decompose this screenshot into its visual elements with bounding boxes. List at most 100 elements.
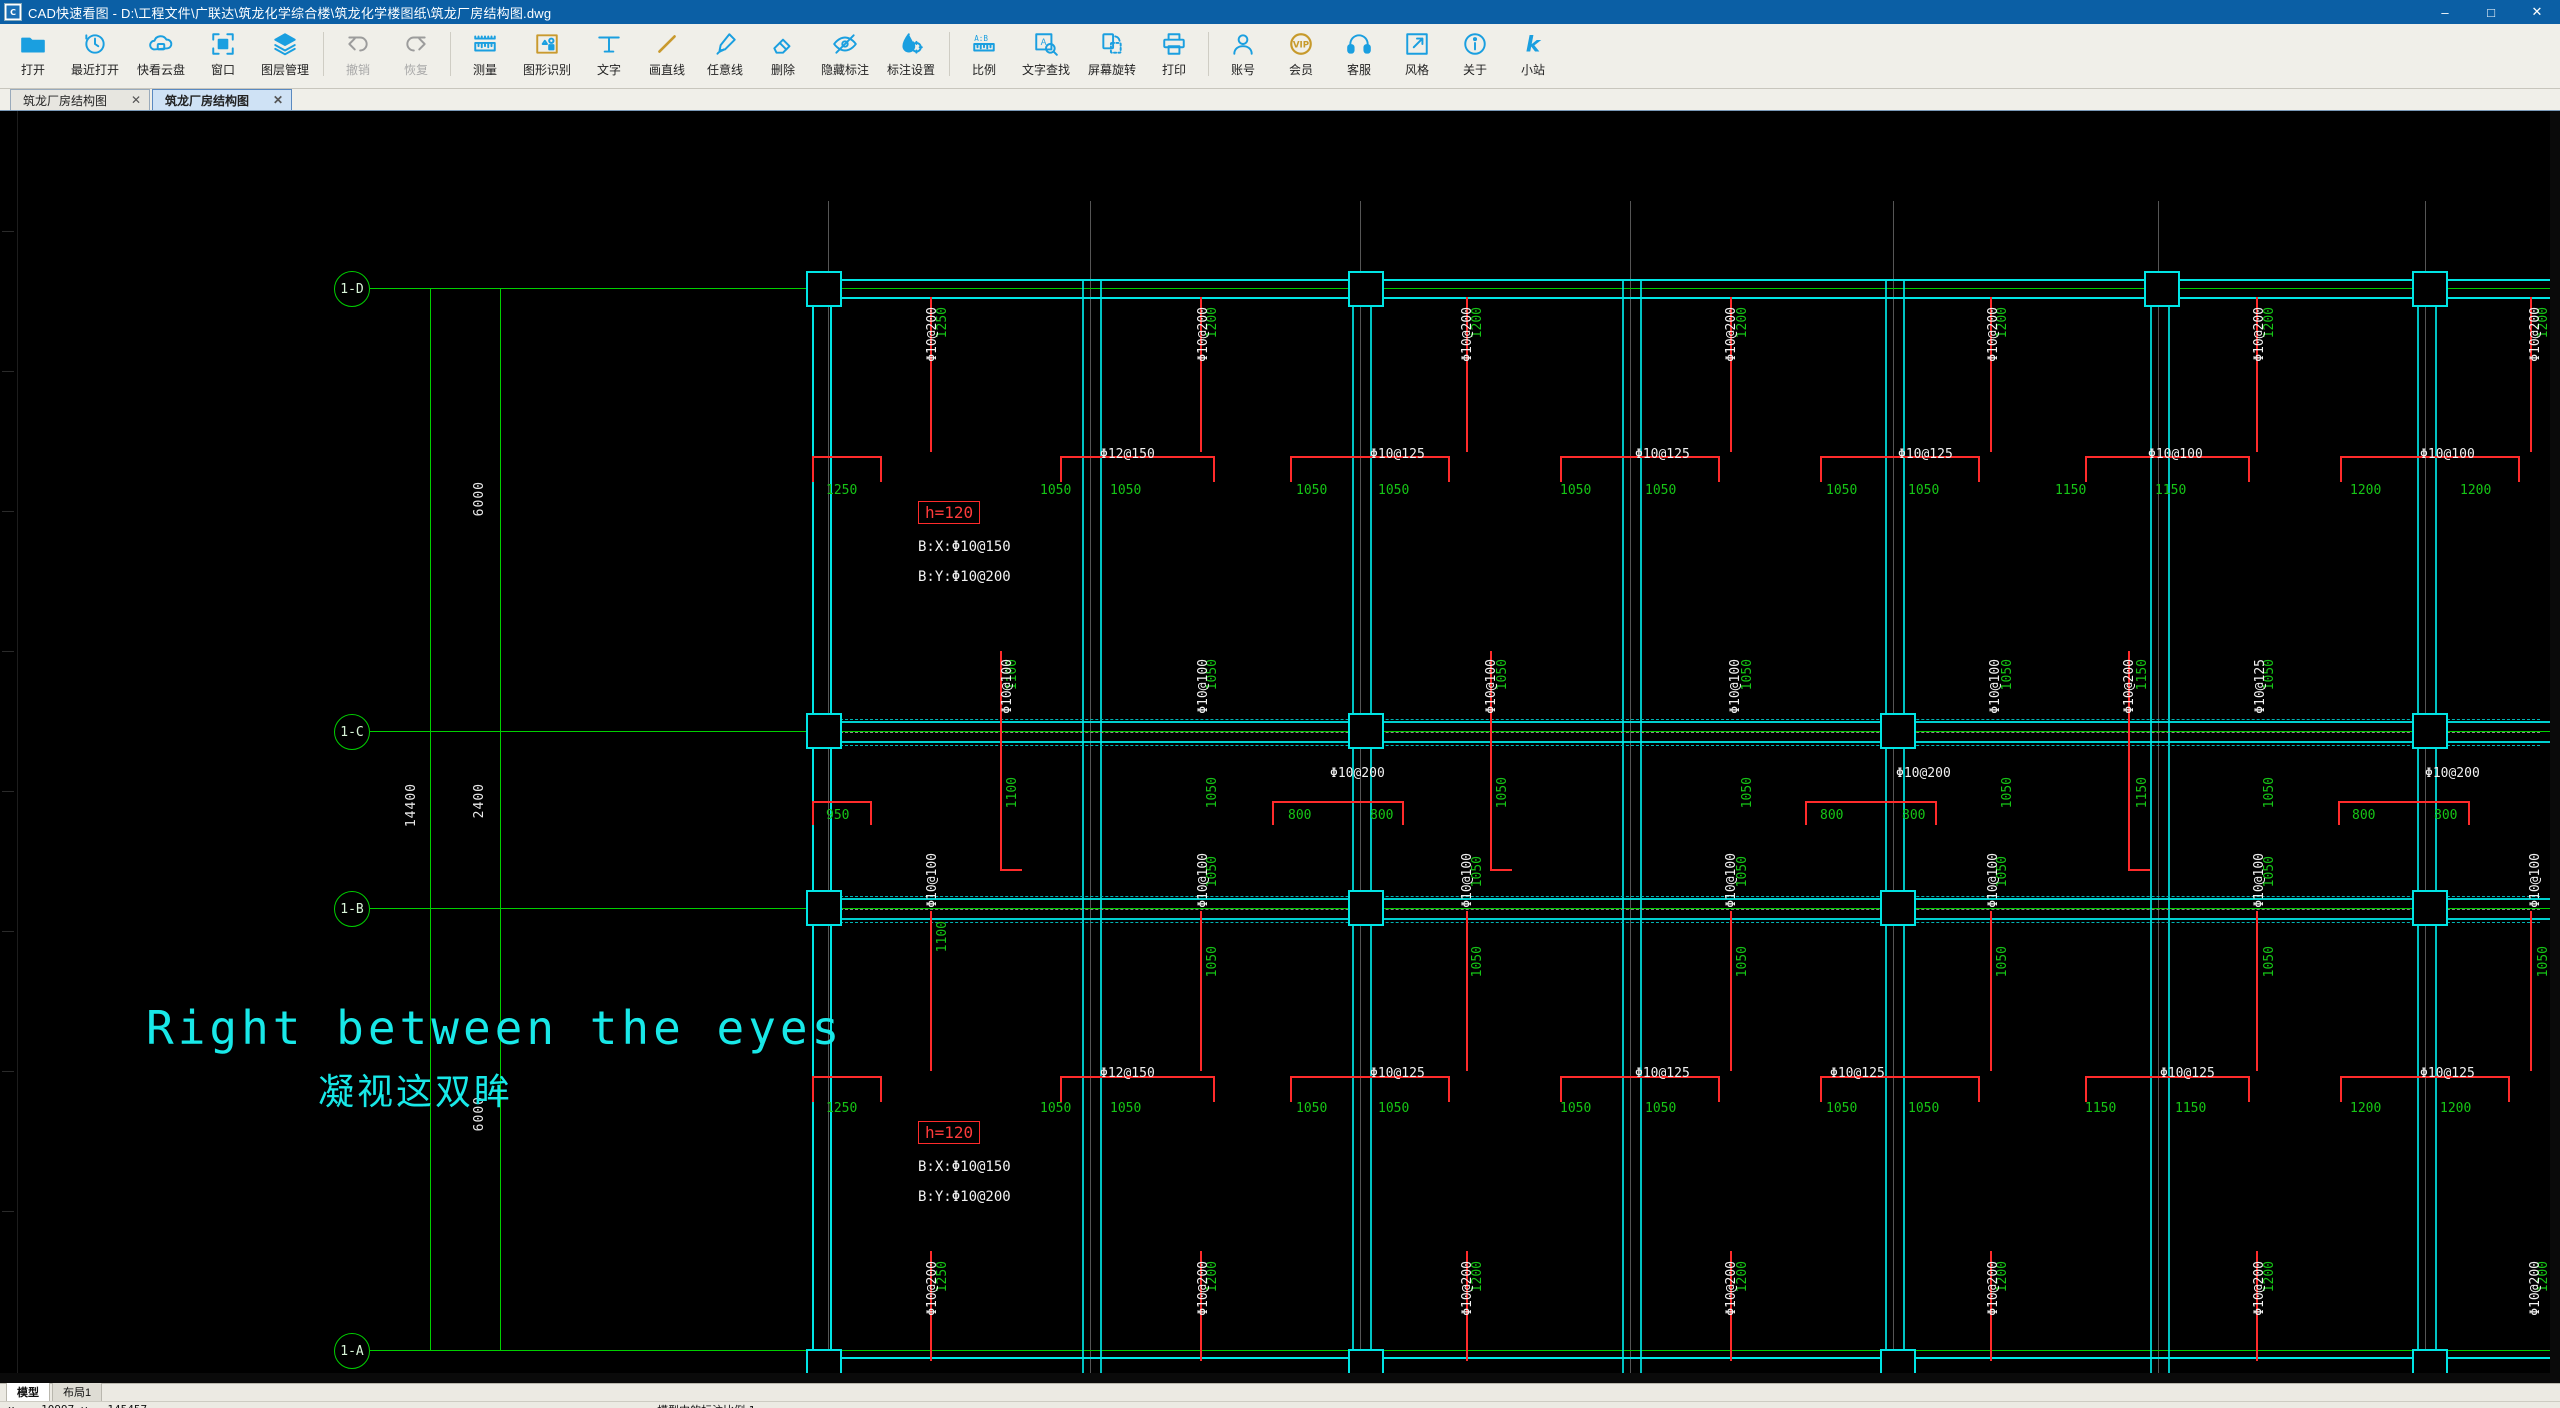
- toolbar-button-label: 客服: [1346, 63, 1371, 77]
- style-expand-icon: [1403, 30, 1431, 58]
- dimension-label: 1250: [826, 483, 858, 498]
- overlay-text-english: Right between the eyes: [146, 1001, 844, 1055]
- annotation-settings-icon: [897, 30, 925, 58]
- toolbar-button-layers[interactable]: 图层管理: [252, 24, 318, 87]
- toolbar-button-annotation-settings[interactable]: 标注设置: [878, 24, 944, 87]
- toolbar-button-printer[interactable]: 打印: [1145, 24, 1203, 87]
- scale-ratio-icon: A:B: [970, 30, 998, 58]
- toolbar-button-label: 风格: [1404, 63, 1429, 77]
- vertical-scrollbar[interactable]: [2550, 111, 2560, 1383]
- toolbar-button-scale-ratio[interactable]: A:B 比例: [955, 24, 1013, 87]
- toolbar-button-undo-arrow: 撤销: [329, 24, 387, 87]
- toolbar-button-label: 会员: [1288, 63, 1313, 77]
- cad-drawing[interactable]: 1-D 1-C 1-B 1-A 6000 14400 2400 6000 125…: [0, 111, 2560, 1383]
- toolbar-button-style-expand[interactable]: 风格: [1388, 24, 1446, 87]
- toolbar-button-ruler-measure[interactable]: 测量: [456, 24, 514, 87]
- grid-bubble: 1-D: [334, 271, 370, 307]
- toolbar-button-label: 撤销: [345, 63, 370, 77]
- toolbar-button-window-frame[interactable]: 窗口: [194, 24, 252, 87]
- toolbar-button-label: 文字查找: [1021, 63, 1070, 77]
- minimize-button[interactable]: –: [2422, 0, 2468, 24]
- rebar-label: Φ10@200: [1896, 766, 1951, 781]
- text-search-icon: A: [1032, 30, 1060, 58]
- annotation-scale-readout: 模型中的标注比例:1: [657, 1402, 756, 1408]
- dimension-label: 800: [1288, 808, 1312, 823]
- maximize-button[interactable]: □: [2468, 0, 2514, 24]
- drawing-canvas[interactable]: 1-D 1-C 1-B 1-A 6000 14400 2400 6000 125…: [0, 111, 2560, 1383]
- svg-text:VIP: VIP: [1293, 40, 1309, 50]
- dimension-label-vertical: 1050: [2262, 777, 2277, 809]
- toolbar-button-shape-recognition[interactable]: 图形识别: [514, 24, 580, 87]
- rebar-label: Φ10@200: [2425, 766, 2480, 781]
- rebar-label-vertical: Φ10@200: [1196, 307, 1211, 362]
- close-button[interactable]: ✕: [2514, 0, 2560, 24]
- column: [1880, 890, 1916, 926]
- grid-bubble-label: 1-A: [340, 1343, 364, 1359]
- rebar-label-vertical: Φ10@100: [1460, 853, 1475, 908]
- rebar-label-vertical: Φ10@100: [1724, 853, 1739, 908]
- toolbar-button-folder-open[interactable]: 打开: [4, 24, 62, 87]
- grid-bubble-label: 1-D: [340, 281, 364, 297]
- slab-by-note: B:Y:Φ10@200: [918, 569, 1011, 585]
- model-tab[interactable]: 模型: [6, 1382, 50, 1401]
- toolbar-button-label: 打印: [1161, 63, 1186, 77]
- dimension-label: 1050: [1826, 483, 1858, 498]
- toolbar-button-freehand-pen[interactable]: 任意线: [696, 24, 754, 87]
- toolbar-button-screen-rotate[interactable]: 屏幕旋转: [1079, 24, 1145, 87]
- close-icon[interactable]: ✕: [273, 93, 283, 107]
- toolbar-button-hide-eye[interactable]: 隐藏标注: [812, 24, 878, 87]
- toolbar-button-label: 隐藏标注: [820, 63, 869, 77]
- dimension-label-vertical: 1050: [2000, 777, 2015, 809]
- horizontal-scrollbar[interactable]: [0, 1373, 2560, 1383]
- document-tab-bar: 筑龙厂房结构图 ✕ 筑龙厂房结构图 ✕: [0, 89, 2560, 111]
- screen-rotate-icon: [1098, 30, 1126, 58]
- freehand-pen-icon: [711, 30, 739, 58]
- rebar-label-vertical: Φ10@200: [1986, 307, 2001, 362]
- model-tab[interactable]: 布局1: [52, 1382, 103, 1401]
- draw-line-icon: [653, 30, 681, 58]
- rebar-label: Φ10@125: [2420, 1066, 2475, 1081]
- rebar-label-vertical: Φ10@200: [925, 307, 940, 362]
- dimension-label-vertical: 1050: [1495, 777, 1510, 809]
- dimension-vertical: 6000: [472, 481, 487, 517]
- rebar-label: Φ10@125: [1830, 1066, 1885, 1081]
- folder-open-icon: [19, 30, 47, 58]
- dimension-label: 1050: [1378, 1101, 1410, 1116]
- toolbar-separator: [323, 32, 324, 76]
- window-controls: – □ ✕: [2422, 0, 2560, 24]
- toolbar-button-info-circle[interactable]: 关于: [1446, 24, 1504, 87]
- dimension-label: 1200: [2440, 1101, 2472, 1116]
- toolbar-button-label: 任意线: [706, 63, 743, 77]
- close-icon[interactable]: ✕: [131, 93, 141, 107]
- dimension-vertical: 14400: [404, 783, 419, 828]
- main-toolbar: 打开 最近打开 快看云盘 窗口 图层管理 撤销 恢复 测量 图形识别 文字 画直线 任意线 删除 隐藏标注…: [0, 24, 2560, 89]
- grid-bubble-label: 1-C: [340, 724, 364, 740]
- toolbar-button-cloud[interactable]: 快看云盘: [128, 24, 194, 87]
- toolbar-button-history-clock[interactable]: 最近打开: [62, 24, 128, 87]
- rebar-label: Φ10@125: [1635, 1066, 1690, 1081]
- column: [2412, 713, 2448, 749]
- toolbar-button-text-search[interactable]: A 文字查找: [1013, 24, 1079, 87]
- dimension-label: 1150: [2155, 483, 2187, 498]
- rebar-label-vertical: Φ10@100: [1728, 659, 1743, 714]
- rebar-label-vertical: Φ10@100: [1988, 659, 2003, 714]
- toolbar-button-eraser[interactable]: 删除: [754, 24, 812, 87]
- document-tab[interactable]: 筑龙厂房结构图 ✕: [152, 89, 292, 110]
- column: [1348, 890, 1384, 926]
- toolbar-button-headset-support[interactable]: 客服: [1330, 24, 1388, 87]
- toolbar-button-vip-badge[interactable]: VIP 会员: [1272, 24, 1330, 87]
- document-tab[interactable]: 筑龙厂房结构图 ✕: [10, 89, 150, 110]
- dimension-vertical: 2400: [472, 783, 487, 819]
- dimension-label: 1050: [1826, 1101, 1858, 1116]
- dimension-label-vertical: 1050: [2536, 946, 2551, 978]
- rebar-label-vertical: Φ10@200: [2122, 659, 2137, 714]
- toolbar-button-label: 测量: [472, 63, 497, 77]
- toolbar-button-draw-line[interactable]: 画直线: [638, 24, 696, 87]
- toolbar-button-user-account[interactable]: 账号: [1214, 24, 1272, 87]
- toolbar-button-text-tool[interactable]: 文字: [580, 24, 638, 87]
- toolbar-button-label: 删除: [770, 63, 795, 77]
- toolbar-button-label: 恢复: [403, 63, 428, 77]
- dimension-label-vertical: 1100: [1005, 777, 1020, 809]
- toolbar-button-label: 窗口: [210, 63, 235, 77]
- toolbar-button-k-logo[interactable]: k 小站: [1504, 24, 1562, 87]
